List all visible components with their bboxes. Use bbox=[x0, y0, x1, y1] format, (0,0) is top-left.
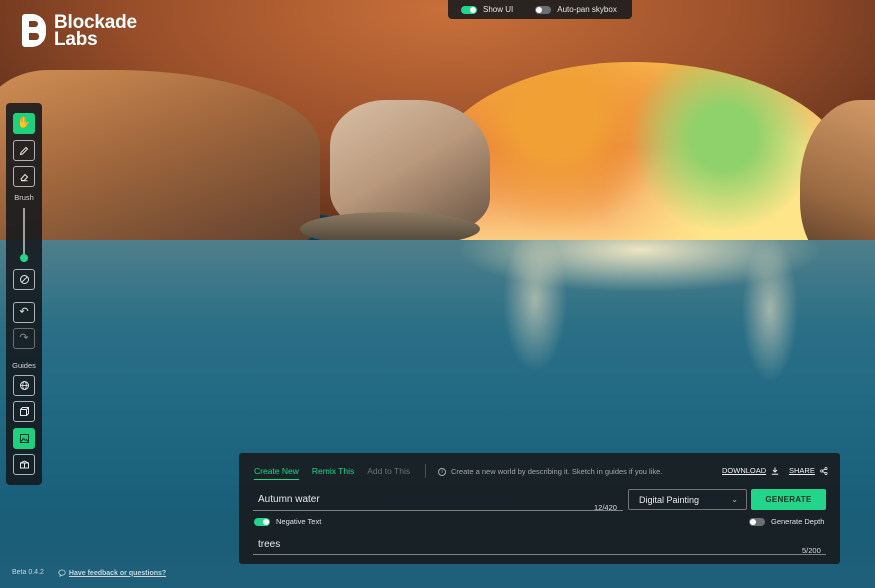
prompt-char-count: 12/420 bbox=[594, 503, 617, 512]
tab-remix-this[interactable]: Remix This bbox=[312, 466, 354, 480]
show-ui-toggle[interactable]: Show UI bbox=[461, 5, 513, 14]
pencil-tool-button[interactable] bbox=[13, 140, 35, 161]
footer: Beta 0.4.2 Have feedback or questions? bbox=[12, 569, 166, 577]
rock-center bbox=[330, 100, 490, 230]
undo-icon: ↶ bbox=[19, 306, 29, 318]
generate-depth-switch[interactable] bbox=[749, 517, 765, 526]
top-toggle-bar: Show UI Auto-pan skybox bbox=[448, 0, 632, 19]
generate-depth-toggle[interactable]: Generate Depth bbox=[749, 517, 824, 526]
clear-button[interactable] bbox=[13, 269, 35, 290]
globe-icon bbox=[19, 381, 29, 390]
negative-text-switch[interactable] bbox=[254, 517, 270, 526]
cube-icon bbox=[19, 407, 29, 416]
redo-icon: ↷ bbox=[19, 332, 29, 344]
box-guide-button[interactable] bbox=[13, 454, 35, 475]
hint-text: i Create a new world by describing it. S… bbox=[438, 467, 662, 476]
auto-pan-switch[interactable] bbox=[535, 5, 552, 14]
chat-bubble-icon bbox=[58, 569, 66, 577]
tab-divider bbox=[425, 464, 426, 478]
share-button[interactable]: SHARE bbox=[789, 466, 828, 475]
guides-label: Guides bbox=[12, 361, 36, 370]
download-icon bbox=[771, 467, 779, 475]
auto-pan-label: Auto-pan skybox bbox=[557, 5, 617, 14]
redo-button[interactable]: ↷ bbox=[13, 328, 35, 349]
negative-text-label: Negative Text bbox=[276, 517, 322, 526]
mode-tabs: Create New Remix This Add to This bbox=[254, 466, 423, 480]
prompt-panel: Create New Remix This Add to This i Crea… bbox=[239, 453, 840, 564]
undo-button[interactable]: ↶ bbox=[13, 302, 35, 323]
prompt-input[interactable] bbox=[253, 489, 623, 511]
chevron-down-icon: ⌄ bbox=[731, 495, 738, 504]
eraser-tool-button[interactable] bbox=[13, 166, 35, 187]
globe-guide-button[interactable] bbox=[13, 375, 35, 396]
clear-icon bbox=[19, 275, 29, 284]
show-ui-label: Show UI bbox=[483, 5, 514, 14]
hand-tool-button[interactable]: ✋ bbox=[13, 113, 35, 134]
download-button[interactable]: DOWNLOAD bbox=[722, 466, 779, 475]
brush-size-handle[interactable] bbox=[20, 254, 28, 262]
generate-button[interactable]: GENERATE bbox=[751, 489, 826, 510]
tab-create-new[interactable]: Create New bbox=[254, 466, 299, 480]
auto-pan-toggle[interactable]: Auto-pan skybox bbox=[535, 5, 617, 14]
box-icon bbox=[19, 460, 29, 469]
style-selected-value: Digital Painting bbox=[639, 494, 700, 505]
pencil-icon bbox=[19, 146, 29, 155]
negative-char-count: 5/200 bbox=[802, 546, 821, 555]
share-icon bbox=[820, 466, 828, 475]
image-icon bbox=[19, 434, 29, 443]
rock-left bbox=[0, 70, 320, 260]
tab-add-to-this[interactable]: Add to This bbox=[367, 466, 410, 480]
brand-logo[interactable]: Blockade Labs bbox=[22, 12, 137, 50]
brand-name: Blockade Labs bbox=[54, 12, 137, 50]
image-guide-button[interactable] bbox=[13, 428, 35, 449]
brush-label: Brush bbox=[14, 193, 34, 202]
hand-icon: ✋ bbox=[17, 117, 31, 129]
feedback-link[interactable]: Have feedback or questions? bbox=[58, 569, 166, 577]
eraser-icon bbox=[20, 173, 29, 181]
negative-prompt-input[interactable] bbox=[253, 534, 826, 555]
style-dropdown[interactable]: Digital Painting ⌄ bbox=[628, 489, 747, 510]
show-ui-switch[interactable] bbox=[461, 5, 477, 14]
cube-guide-button[interactable] bbox=[13, 401, 35, 422]
info-icon: i bbox=[438, 467, 446, 476]
tool-panel: ✋ Brush ↶ ↷ Guides bbox=[6, 103, 42, 485]
generate-depth-label: Generate Depth bbox=[771, 517, 825, 526]
version-label: Beta 0.4.2 bbox=[12, 569, 44, 576]
negative-text-toggle[interactable]: Negative Text bbox=[254, 517, 321, 526]
blockade-logo-icon bbox=[22, 14, 46, 47]
